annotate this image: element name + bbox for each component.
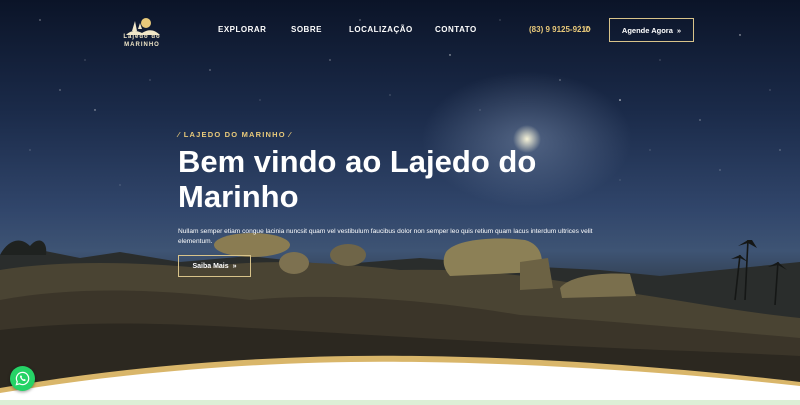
whatsapp-button[interactable] xyxy=(10,366,35,391)
nav-item-explorar[interactable]: EXPLORAR xyxy=(218,25,266,34)
nav-item-localizacao[interactable]: LOCALIZAÇÃO xyxy=(349,25,413,34)
nav-item-sobre[interactable]: SOBRE xyxy=(291,25,322,34)
double-chevron-right-icon: » xyxy=(232,262,237,270)
logo-line-1: Lajedo do xyxy=(123,34,161,40)
nav-item-contato[interactable]: CONTATO xyxy=(435,25,477,34)
double-chevron-right-icon: » xyxy=(676,25,682,35)
hero-eyebrow: ⁄ LAJEDO DO MARINHO ⁄ xyxy=(178,130,292,139)
learn-more-button[interactable]: Saiba Mais » xyxy=(178,255,251,277)
schedule-now-button[interactable]: Agende Agora » xyxy=(609,18,694,42)
logo-line-2: MARINHO xyxy=(124,42,160,48)
logo-text: Lajedo do MARINHO xyxy=(118,33,166,49)
learn-more-label: Saiba Mais xyxy=(192,262,229,270)
phone-icon: ✆ xyxy=(584,25,591,34)
hero-eyebrow-text: LAJEDO DO MARINHO xyxy=(183,130,286,139)
whatsapp-icon xyxy=(15,371,30,386)
phone-number[interactable]: (83) 9 9125-9210 xyxy=(529,25,590,34)
schedule-now-label: Agende Agora xyxy=(621,25,673,35)
hero-description: Nullam semper etiam congue lacinia nuncs… xyxy=(178,228,593,245)
hero-title: Bem vindo ao Lajedo do Marinho xyxy=(178,144,537,214)
slash-icon: ⁄ xyxy=(285,130,292,139)
